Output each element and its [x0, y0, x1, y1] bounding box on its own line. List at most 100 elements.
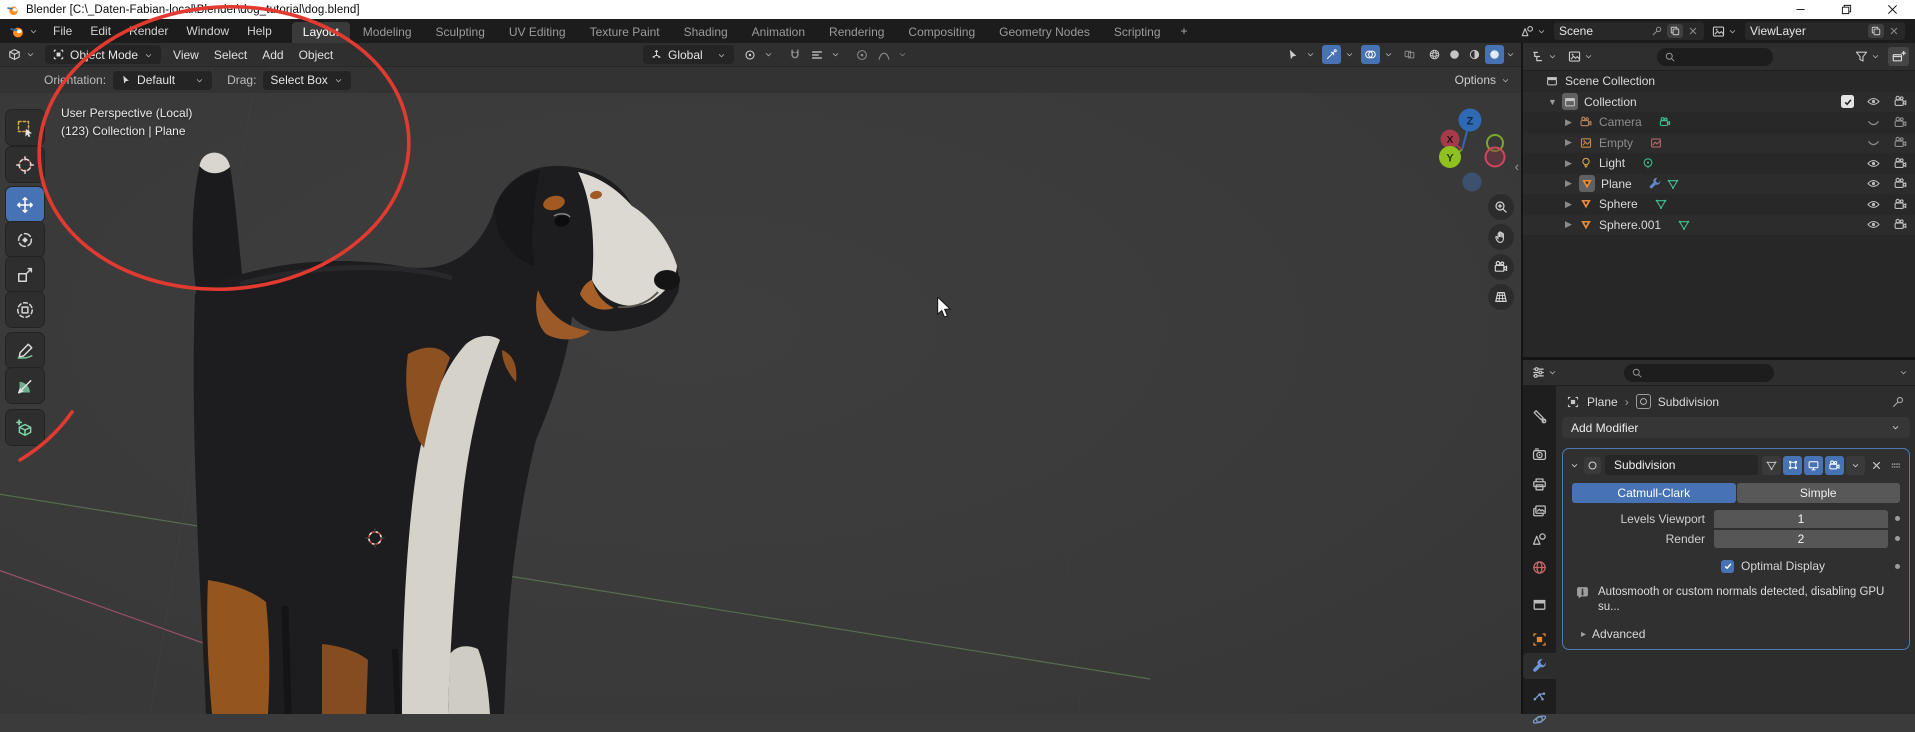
view-menu[interactable]: View: [170, 48, 202, 62]
tab-animation[interactable]: Animation: [741, 22, 816, 43]
scene-browse-button[interactable]: [1518, 23, 1549, 40]
tab-compositing[interactable]: Compositing: [897, 22, 986, 43]
properties-editor-type-button[interactable]: [1529, 364, 1560, 381]
breadcrumb-object[interactable]: Plane: [1587, 395, 1618, 409]
render-visibility-toggle[interactable]: [1893, 156, 1908, 171]
simple-button[interactable]: Simple: [1737, 483, 1901, 503]
outliner-row[interactable]: ▶Sphere.001: [1523, 215, 1915, 236]
viewport-visibility-toggle[interactable]: [1866, 135, 1881, 150]
render-visibility-toggle[interactable]: [1893, 217, 1908, 232]
viewport-visibility-toggle[interactable]: [1866, 115, 1881, 130]
pin-icon[interactable]: [1651, 25, 1663, 37]
collection-checkbox[interactable]: [1841, 95, 1854, 108]
scene-selector[interactable]: Scene: [1554, 22, 1704, 40]
properties-tab-render[interactable]: [1523, 441, 1556, 467]
shading-material-button[interactable]: [1465, 45, 1484, 64]
tool-add-cube[interactable]: [6, 410, 44, 445]
viewport-visibility-toggle[interactable]: [1866, 156, 1881, 171]
outliner-row[interactable]: ▼Collection: [1523, 92, 1915, 113]
render-visibility-toggle[interactable]: [1893, 135, 1908, 150]
collapse-arrow-icon[interactable]: ▼: [1548, 97, 1558, 107]
tab-sculpting[interactable]: Sculpting: [425, 22, 496, 43]
minimize-button[interactable]: [1777, 0, 1823, 19]
mode-dropdown[interactable]: Object Mode: [45, 45, 161, 64]
shading-wireframe-button[interactable]: [1425, 45, 1444, 64]
expand-arrow-icon[interactable]: ▶: [1565, 158, 1575, 169]
menu-help[interactable]: Help: [238, 19, 281, 43]
pivot-point-dropdown[interactable]: [741, 45, 760, 64]
properties-tab-particles[interactable]: [1523, 681, 1556, 707]
outliner-row[interactable]: ▶Empty: [1523, 133, 1915, 154]
animate-dot[interactable]: [1895, 564, 1900, 569]
outliner-search-input[interactable]: [1657, 48, 1773, 66]
drag-dropdown[interactable]: Select Box: [263, 71, 350, 90]
menu-window[interactable]: Window: [177, 19, 238, 43]
outliner-filter-button[interactable]: [1852, 48, 1883, 65]
properties-tab-physics[interactable]: [1523, 706, 1556, 732]
menu-edit[interactable]: Edit: [81, 19, 120, 43]
properties-tab-world[interactable]: [1523, 554, 1556, 580]
modifier-extras-dropdown[interactable]: [1846, 456, 1865, 475]
close-x-icon[interactable]: [1687, 25, 1699, 37]
tool-move[interactable]: [6, 187, 44, 222]
tool-measure[interactable]: [6, 368, 44, 403]
new-scene-button[interactable]: [1667, 24, 1683, 38]
properties-tab-viewlayer[interactable]: [1523, 498, 1556, 524]
dog-model[interactable]: [150, 144, 690, 714]
expand-arrow-icon[interactable]: ▶: [1565, 178, 1575, 189]
show-overlays-toggle[interactable]: [1361, 45, 1380, 64]
advanced-expander[interactable]: ▸ Advanced: [1581, 627, 1899, 641]
expand-arrow-icon[interactable]: ▶: [1565, 199, 1575, 210]
new-viewlayer-button[interactable]: [1868, 24, 1884, 38]
animate-dot[interactable]: [1895, 536, 1900, 541]
modifier-delete-button[interactable]: [1867, 456, 1886, 475]
camera-view-button[interactable]: [1488, 254, 1514, 280]
selectability-dropdown[interactable]: [1283, 45, 1302, 64]
tab-texture-paint[interactable]: Texture Paint: [579, 22, 671, 43]
orientation-setting-dropdown[interactable]: Default: [113, 71, 212, 90]
shading-rendered-button[interactable]: [1485, 45, 1504, 64]
properties-search-input[interactable]: [1624, 364, 1774, 382]
add-modifier-button[interactable]: Add Modifier: [1562, 417, 1910, 438]
levels-viewport-field[interactable]: 1: [1714, 510, 1888, 528]
tool-transform[interactable]: [6, 292, 44, 327]
modifier-oncage-toggle[interactable]: [1783, 456, 1802, 475]
tab-modeling[interactable]: Modeling: [352, 22, 423, 43]
properties-tab-object[interactable]: [1523, 626, 1556, 652]
pin-icon[interactable]: [1891, 395, 1905, 409]
xray-toggle[interactable]: [1400, 45, 1419, 64]
expand-arrow-icon[interactable]: ▶: [1565, 219, 1575, 230]
expand-arrow-icon[interactable]: ▶: [1565, 137, 1575, 148]
outliner-row[interactable]: ▶Camera: [1523, 112, 1915, 133]
add-menu[interactable]: Add: [259, 48, 286, 62]
tab-rendering[interactable]: Rendering: [818, 22, 895, 43]
properties-tab-collection[interactable]: [1523, 591, 1556, 617]
blender-app-menu[interactable]: [4, 23, 44, 40]
render-visibility-toggle[interactable]: [1893, 197, 1908, 212]
animate-dot[interactable]: [1895, 516, 1900, 521]
close-button[interactable]: [1869, 0, 1915, 19]
render-visibility-toggle[interactable]: [1893, 115, 1908, 130]
menu-render[interactable]: Render: [120, 19, 177, 43]
viewport-visibility-toggle[interactable]: [1866, 197, 1881, 212]
properties-tab-scene[interactable]: [1523, 526, 1556, 552]
modifier-drag-handle[interactable]: [1888, 457, 1903, 472]
modifier-render-toggle[interactable]: [1825, 456, 1844, 475]
modifier-editmode-toggle[interactable]: [1762, 456, 1781, 475]
object-menu[interactable]: Object: [296, 48, 337, 62]
options-dropdown[interactable]: Options: [1455, 73, 1511, 87]
tab-layout[interactable]: Layout: [292, 22, 350, 43]
shading-solid-button[interactable]: [1445, 45, 1464, 64]
show-gizmo-toggle[interactable]: [1322, 45, 1341, 64]
viewport-canvas[interactable]: User Perspective (Local) (123) Collectio…: [0, 93, 1521, 714]
outliner-row[interactable]: ▶Sphere: [1523, 194, 1915, 215]
properties-tab-tool[interactable]: [1523, 403, 1556, 429]
tool-annotate[interactable]: [6, 333, 44, 368]
navigation-gizmo[interactable]: Z X Y: [1424, 105, 1514, 195]
modifier-name-field[interactable]: Subdivision: [1605, 455, 1758, 475]
new-collection-button[interactable]: [1888, 47, 1909, 66]
proportional-falloff-dropdown[interactable]: [875, 45, 894, 64]
tab-geometry-nodes[interactable]: Geometry Nodes: [988, 22, 1101, 43]
orientation-dropdown[interactable]: Global: [643, 45, 734, 64]
modifier-realtime-toggle[interactable]: [1804, 456, 1823, 475]
